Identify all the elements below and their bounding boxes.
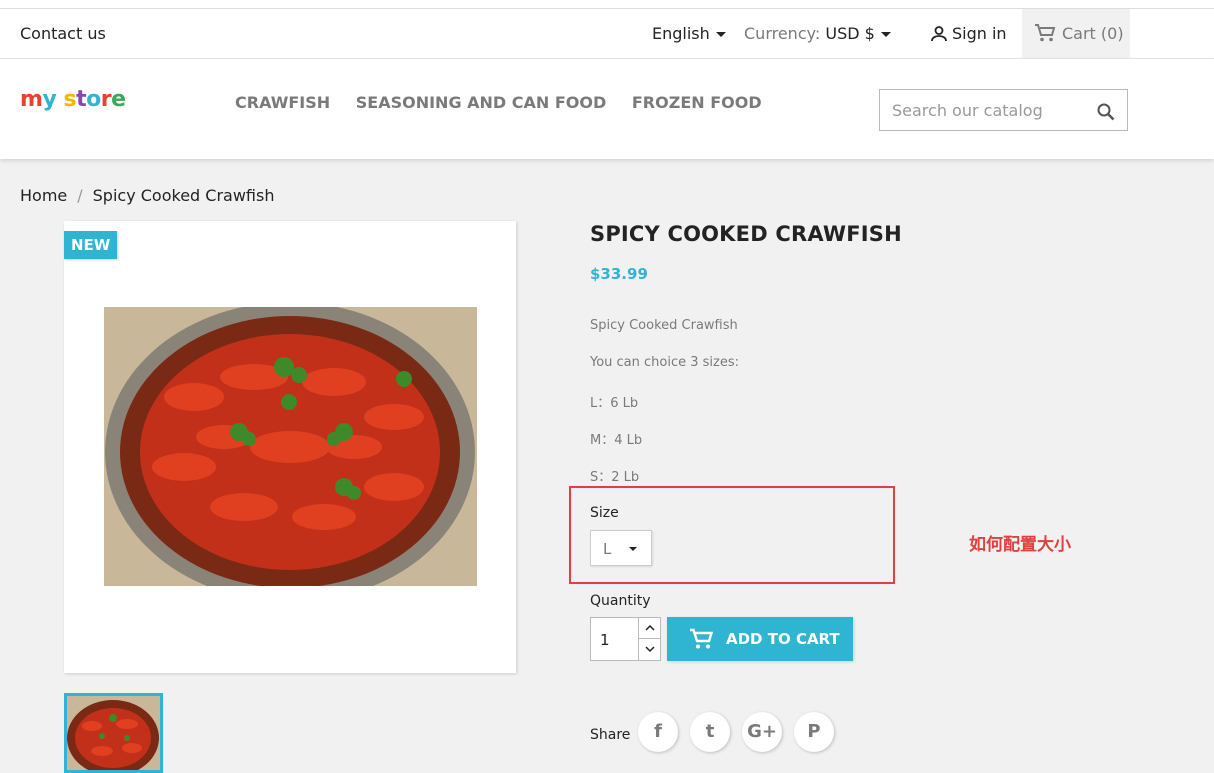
cart-button[interactable]: Cart (0) (1022, 9, 1130, 58)
product-photo (104, 307, 477, 586)
description-line: M：4 Lb (590, 433, 643, 448)
google-plus-share-button[interactable]: G+ (742, 712, 782, 752)
chevron-up-icon (645, 624, 655, 631)
breadcrumb-home[interactable]: Home (20, 186, 67, 205)
product-thumbnail[interactable] (64, 693, 163, 773)
store-logo[interactable]: my store (20, 87, 126, 112)
breadcrumb-current: Spicy Cooked Crawfish (92, 186, 275, 205)
sign-in-label: Sign in (952, 24, 1007, 43)
facebook-icon: f (654, 721, 662, 742)
sign-in-link[interactable]: Sign in (930, 24, 1007, 43)
cart-icon (1035, 24, 1056, 42)
nav-item-seasoning[interactable]: SEASONING AND CAN FOOD (356, 93, 607, 112)
chevron-down-icon (715, 32, 726, 37)
description-line: L：6 Lb (590, 396, 639, 411)
quantity-stepper[interactable]: 1 (590, 617, 661, 661)
annotation-text: 如何配置大小 (969, 535, 1071, 555)
new-badge: NEW (64, 231, 118, 259)
quantity-decrement[interactable] (638, 639, 660, 660)
currency-dropdown[interactable]: Currency: USD $ (744, 24, 891, 43)
user-icon (931, 26, 947, 42)
cart-label: Cart (0) (1062, 24, 1124, 43)
description-line: You can choice 3 sizes: (590, 355, 740, 370)
main-nav: CRAWFISH SEASONING AND CAN FOOD FROZEN F… (235, 93, 782, 112)
description-line: S：2 Lb (590, 470, 640, 485)
quantity-increment[interactable] (638, 618, 660, 639)
language-label: English (652, 24, 710, 43)
twitter-share-button[interactable]: t (690, 712, 730, 752)
contact-link[interactable]: Contact us (20, 24, 106, 43)
quantity-label: Quantity (590, 593, 651, 609)
share-label: Share (590, 727, 631, 743)
product-image-box[interactable]: NEW (64, 221, 516, 673)
nav-item-crawfish[interactable]: CRAWFISH (235, 93, 330, 112)
language-dropdown[interactable]: English (652, 24, 726, 43)
description-line: Spicy Cooked Crawfish (590, 318, 738, 333)
chevron-down-icon (645, 646, 655, 653)
search-input[interactable] (890, 100, 1089, 121)
search-icon[interactable] (1097, 103, 1115, 121)
product-title: SPICY COOKED CRAWFISH (590, 222, 902, 246)
site-header: my store CRAWFISH SEASONING AND CAN FOOD… (0, 59, 1214, 159)
annotation-box (569, 486, 895, 584)
breadcrumb: Home / Spicy Cooked Crawfish (20, 186, 275, 205)
add-to-cart-label: ADD TO CART (726, 630, 840, 648)
cart-icon (690, 628, 713, 649)
pinterest-share-button[interactable]: P (794, 712, 834, 752)
nav-item-frozen-food[interactable]: FROZEN FOOD (632, 93, 762, 112)
search-box (879, 89, 1128, 131)
quantity-value[interactable]: 1 (600, 631, 610, 649)
currency-label: Currency: (744, 24, 821, 43)
browser-strip (0, 0, 1214, 9)
top-bar: Contact us English Currency: USD $ Sign … (0, 9, 1214, 59)
pinterest-icon: P (807, 721, 821, 742)
chevron-down-icon (880, 32, 891, 37)
google-plus-icon: G+ (747, 721, 777, 742)
add-to-cart-button[interactable]: ADD TO CART (667, 617, 853, 661)
facebook-share-button[interactable]: f (638, 712, 678, 752)
product-price: $33.99 (590, 265, 648, 283)
currency-value: USD $ (825, 24, 875, 43)
twitter-icon: t (705, 721, 715, 742)
